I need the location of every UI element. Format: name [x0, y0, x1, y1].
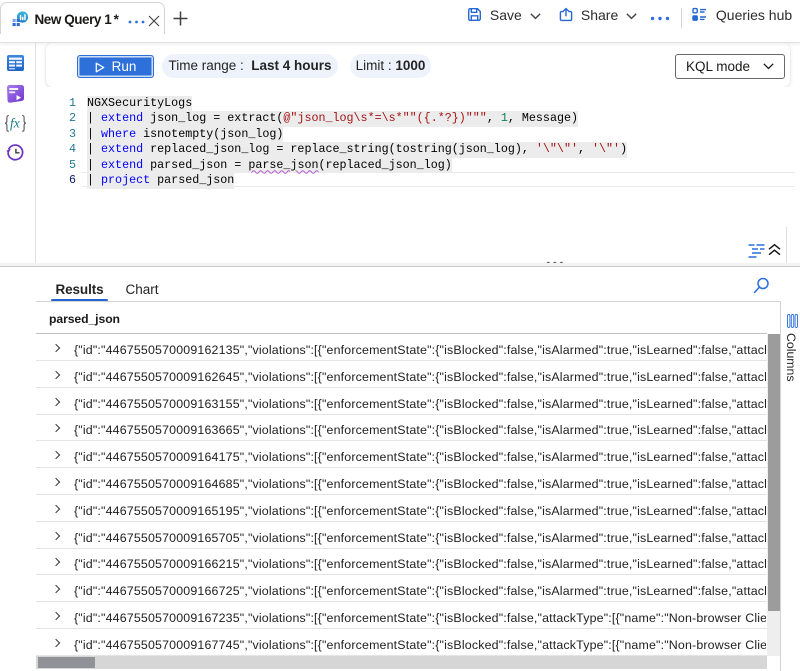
- svg-text:fx: fx: [10, 116, 20, 131]
